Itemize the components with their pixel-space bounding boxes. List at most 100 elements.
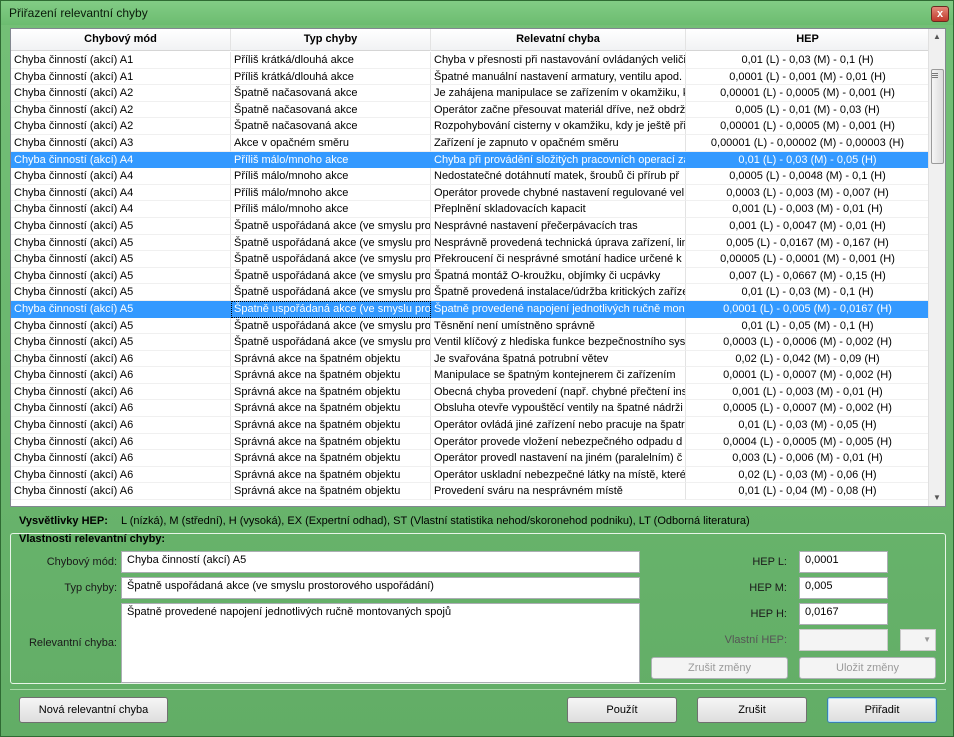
cell-type: Špatně uspořádaná akce (ve smyslu pros (231, 251, 431, 268)
cell-error: Zařízení je zapnuto v opačném směru (431, 134, 686, 152)
table-row[interactable]: Chyba činností (akcí) A5 Špatně uspořádan… (11, 217, 930, 235)
cell-type: Akce v opačném směru (231, 134, 431, 152)
cell-type: Špatně uspořádaná akce (ve smyslu pros (231, 234, 431, 252)
table-row[interactable]: Chyba činností (akcí) A5 Špatně uspořádan… (11, 284, 930, 301)
scroll-down-icon[interactable]: ▼ (929, 490, 945, 506)
chevron-down-icon: ▼ (923, 635, 931, 644)
cell-hep: 0,0003 (L) - 0,003 (M) - 0,007 (H) (686, 184, 930, 202)
new-relevant-error-button[interactable]: Nová relevantní chyba (19, 697, 168, 723)
cancel-changes-button[interactable]: Zrušit změny (651, 657, 788, 679)
table-row[interactable]: Chyba činností (akcí) A5 Špatně uspořádan… (11, 267, 930, 285)
save-changes-button[interactable]: Uložit změny (799, 657, 936, 679)
table-row[interactable]: Chyba činností (akcí) A6 Správná akce na … (11, 450, 930, 467)
apply-button[interactable]: Použít (567, 697, 677, 723)
cell-mode: Chyba činností (akcí) A6 (11, 417, 231, 434)
cell-type: Správná akce na špatném objektu (231, 350, 431, 368)
hep-m-label: HEP M: (749, 582, 787, 594)
cell-mode: Chyba činností (akcí) A6 (11, 483, 231, 501)
table-row[interactable]: Chyba činností (akcí) A6 Správná akce na … (11, 433, 930, 451)
table-row[interactable]: Chyba činností (akcí) A2 Špatně načasovan… (11, 85, 930, 102)
cell-mode: Chyba činností (akcí) A1 (11, 68, 231, 86)
cell-error: Špatně provedené napojení jednotlivých r… (431, 300, 686, 318)
column-header-type[interactable]: Typ chyby (231, 29, 431, 51)
table-row[interactable]: Chyba činností (akcí) A5 Špatně uspořádan… (11, 300, 930, 318)
own-hep-field[interactable] (799, 629, 888, 651)
cell-hep: 0,0001 (L) - 0,005 (M) - 0,0167 (H) (686, 300, 930, 318)
relevant-errors-grid[interactable]: Chybový mód Typ chyby Relevatní chyba HE… (10, 28, 946, 507)
cell-error: Chyba při provádění složitých pracovních… (431, 151, 686, 169)
cell-mode: Chyba činností (akcí) A6 (11, 350, 231, 368)
cell-type: Správná akce na špatném objektu (231, 466, 431, 484)
cell-hep: 0,0005 (L) - 0,0007 (M) - 0,002 (H) (686, 400, 930, 418)
cell-error: Ventil klíčový z hlediska funkce bezpečn… (431, 334, 686, 351)
type-label: Typ chyby: (64, 582, 117, 594)
assign-button[interactable]: Přiřadit (827, 697, 937, 723)
table-row[interactable]: Chyba činností (akcí) A6 Správná akce na … (11, 400, 930, 418)
table-row[interactable]: Chyba činností (akcí) A5 Špatně uspořádan… (11, 317, 930, 335)
cell-error: Operátor uskladní nebezpečné látky na mí… (431, 466, 686, 484)
grid-rows: Chyba činností (akcí) A1 Příliš krátká/dl… (11, 52, 930, 501)
table-row[interactable]: Chyba činností (akcí) A4 Příliš málo/mnoh… (11, 184, 930, 202)
mode-field[interactable]: Chyba činností (akcí) A5 (121, 551, 640, 573)
cell-hep: 0,003 (L) - 0,006 (M) - 0,01 (H) (686, 450, 930, 467)
table-row[interactable]: Chyba činností (akcí) A6 Správná akce na … (11, 383, 930, 401)
cell-mode: Chyba činností (akcí) A2 (11, 118, 231, 135)
table-row[interactable]: Chyba činností (akcí) A4 Příliš málo/mnoh… (11, 201, 930, 218)
table-row[interactable]: Chyba činností (akcí) A6 Správná akce na … (11, 483, 930, 501)
cell-error: Provedení sváru na nesprávném místě (431, 483, 686, 501)
cell-type: Správná akce na špatném objektu (231, 383, 431, 401)
table-row[interactable]: Chyba činností (akcí) A5 Špatně uspořádan… (11, 334, 930, 351)
scrollbar-thumb[interactable] (931, 69, 944, 164)
cell-hep: 0,01 (L) - 0,04 (M) - 0,08 (H) (686, 483, 930, 501)
table-row[interactable]: Chyba činností (akcí) A4 Příliš málo/mnoh… (11, 168, 930, 185)
cell-type: Špatně uspořádaná akce (ve smyslu pros (231, 284, 431, 301)
cell-hep: 0,005 (L) - 0,0167 (M) - 0,167 (H) (686, 234, 930, 252)
cell-hep: 0,01 (L) - 0,03 (M) - 0,05 (H) (686, 417, 930, 434)
cell-mode: Chyba činností (akcí) A5 (11, 217, 231, 235)
table-row[interactable]: Chyba činností (akcí) A1 Příliš krátká/dl… (11, 52, 930, 69)
scrollbar-grip-icon (932, 73, 938, 74)
title-bar: Přiřazení relevantní chyby x (1, 1, 953, 25)
cell-hep: 0,001 (L) - 0,003 (M) - 0,01 (H) (686, 383, 930, 401)
cell-hep: 0,02 (L) - 0,03 (M) - 0,06 (H) (686, 466, 930, 484)
cell-hep: 0,00005 (L) - 0,0001 (M) - 0,001 (H) (686, 251, 930, 268)
cell-hep: 0,0005 (L) - 0,0048 (M) - 0,1 (H) (686, 168, 930, 185)
scroll-up-icon[interactable]: ▲ (929, 29, 945, 45)
table-row[interactable]: Chyba činností (akcí) A2 Špatně načasovan… (11, 101, 930, 119)
vertical-scrollbar[interactable]: ▲ ▼ (928, 29, 945, 506)
cell-mode: Chyba činností (akcí) A6 (11, 383, 231, 401)
table-row[interactable]: Chyba činností (akcí) A1 Příliš krátká/dl… (11, 68, 930, 86)
type-field[interactable]: Špatně uspořádaná akce (ve smyslu prosto… (121, 577, 640, 599)
table-row[interactable]: Chyba činností (akcí) A6 Správná akce na … (11, 417, 930, 434)
cell-mode: Chyba činností (akcí) A2 (11, 85, 231, 102)
cell-error: Nesprávné nastavení přečerpávacích tras (431, 217, 686, 235)
cell-hep: 0,01 (L) - 0,05 (M) - 0,1 (H) (686, 317, 930, 335)
hep-h-field[interactable]: 0,0167 (799, 603, 888, 625)
table-row[interactable]: Chyba činností (akcí) A2 Špatně načasovan… (11, 118, 930, 135)
table-row[interactable]: Chyba činností (akcí) A6 Správná akce na … (11, 466, 930, 484)
cell-error: Je svařována špatná potrubní větev (431, 350, 686, 368)
table-row[interactable]: Chyba činností (akcí) A5 Špatně uspořádan… (11, 234, 930, 252)
table-row[interactable]: Chyba činností (akcí) A6 Správná akce na … (11, 367, 930, 384)
hep-l-field[interactable]: 0,0001 (799, 551, 888, 573)
cell-error: Těsnění není umístněno správně (431, 317, 686, 335)
own-hep-source-select[interactable]: ▼ (900, 629, 936, 651)
cancel-button[interactable]: Zrušit (697, 697, 807, 723)
table-row[interactable]: Chyba činností (akcí) A4 Příliš málo/mnoh… (11, 151, 930, 169)
cell-type: Správná akce na špatném objektu (231, 450, 431, 467)
table-row[interactable]: Chyba činností (akcí) A3 Akce v opačném s… (11, 134, 930, 152)
column-header-mode[interactable]: Chybový mód (11, 29, 231, 51)
cell-hep: 0,02 (L) - 0,042 (M) - 0,09 (H) (686, 350, 930, 368)
cell-type: Špatně načasovaná akce (231, 101, 431, 119)
relevant-error-field[interactable]: Špatně provedené napojení jednotlivých r… (121, 603, 640, 683)
close-icon[interactable]: x (931, 6, 949, 22)
cell-mode: Chyba činností (akcí) A4 (11, 201, 231, 218)
cell-mode: Chyba činností (akcí) A2 (11, 101, 231, 119)
column-header-hep[interactable]: HEP (686, 29, 930, 51)
cell-hep: 0,001 (L) - 0,003 (M) - 0,01 (H) (686, 201, 930, 218)
table-row[interactable]: Chyba činností (akcí) A5 Špatně uspořádan… (11, 251, 930, 268)
column-header-error[interactable]: Relevatní chyba (431, 29, 686, 51)
cell-type: Příliš málo/mnoho akce (231, 201, 431, 218)
table-row[interactable]: Chyba činností (akcí) A6 Správná akce na … (11, 350, 930, 368)
hep-m-field[interactable]: 0,005 (799, 577, 888, 599)
